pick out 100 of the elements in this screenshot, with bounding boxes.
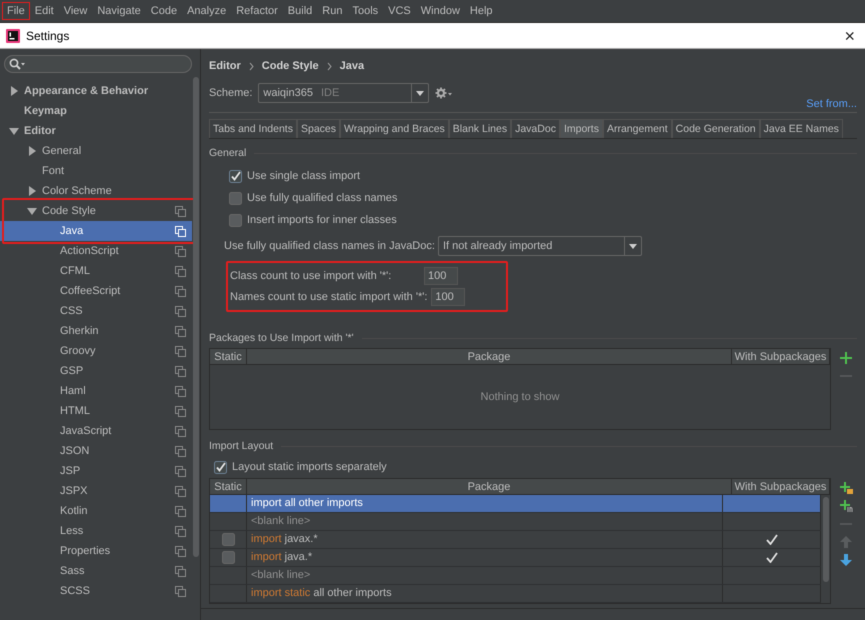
tab[interactable]: Tabs and Indents bbox=[209, 119, 297, 138]
tree-item[interactable]: General bbox=[0, 141, 192, 161]
section-title: Import Layout bbox=[209, 440, 274, 452]
tree-item[interactable]: Color Scheme bbox=[0, 181, 192, 201]
tab[interactable]: Code Generation bbox=[672, 119, 760, 138]
checkbox[interactable] bbox=[229, 214, 242, 226]
tree-item[interactable]: Editor bbox=[0, 121, 192, 141]
table-row[interactable]: import static all other imports bbox=[210, 585, 821, 603]
number-field[interactable]: 100 bbox=[431, 288, 466, 306]
caret-icon bbox=[416, 90, 424, 96]
tree-item[interactable]: Keymap bbox=[0, 101, 192, 121]
menu-item[interactable]: Help bbox=[464, 2, 498, 20]
column-header[interactable]: Static bbox=[210, 479, 247, 494]
scrollbar[interactable] bbox=[193, 77, 199, 557]
breadcrumb-item: Code Style bbox=[262, 60, 319, 72]
menu-item[interactable]: Analyze bbox=[182, 2, 232, 20]
arrow-down-icon[interactable] bbox=[840, 554, 852, 566]
tab[interactable]: JavaDoc bbox=[511, 119, 560, 138]
table-cell: import all other imports bbox=[247, 495, 723, 512]
tree-item[interactable]: JSP bbox=[0, 461, 192, 481]
number-field[interactable]: 100 bbox=[424, 266, 458, 284]
tree-item[interactable]: JSON bbox=[0, 441, 192, 461]
tab[interactable]: Spaces bbox=[296, 119, 340, 138]
table-cell: import javax.* bbox=[247, 531, 723, 548]
tree-item[interactable]: JSPX bbox=[0, 481, 192, 501]
section-title: General bbox=[209, 147, 246, 159]
table-row[interactable]: <blank line> bbox=[210, 513, 821, 531]
tab[interactable]: Java EE Names bbox=[760, 119, 843, 138]
triangle-down-icon[interactable] bbox=[27, 206, 37, 216]
checkbox[interactable] bbox=[222, 533, 234, 546]
tree-item[interactable]: CSS bbox=[0, 301, 192, 321]
scrollbar[interactable] bbox=[823, 497, 829, 582]
tab[interactable]: Wrapping and Braces bbox=[340, 119, 449, 138]
column-header[interactable]: With Subpackages bbox=[732, 479, 830, 494]
app-icon bbox=[6, 28, 20, 42]
column-header[interactable]: Static bbox=[210, 349, 247, 364]
menu-item[interactable]: Navigate bbox=[92, 2, 146, 20]
tree-item[interactable]: CFML bbox=[0, 261, 192, 281]
menu-item[interactable]: Refactor bbox=[231, 2, 283, 20]
checkmark-icon[interactable] bbox=[766, 534, 778, 545]
menu-item[interactable]: Edit bbox=[30, 2, 59, 20]
menu-item[interactable]: File bbox=[2, 2, 30, 20]
checkbox[interactable] bbox=[214, 460, 227, 474]
chevron-icon bbox=[248, 62, 254, 70]
checkbox-label: Use fully qualified class names bbox=[247, 192, 398, 204]
column-header[interactable]: Package bbox=[247, 349, 732, 364]
tree-item[interactable]: Kotlin bbox=[0, 501, 192, 521]
triangle-down-icon[interactable] bbox=[9, 126, 19, 136]
tree-item[interactable]: Sass bbox=[0, 561, 192, 581]
gear-icon[interactable] bbox=[435, 87, 452, 99]
plus-icon[interactable] bbox=[840, 352, 852, 364]
checkbox-label: Layout static imports separately bbox=[232, 461, 387, 473]
tree-item[interactable]: JavaScript bbox=[0, 421, 192, 441]
column-header[interactable]: Package bbox=[247, 479, 732, 494]
menu-item[interactable]: View bbox=[58, 2, 92, 20]
scheme-dropdown[interactable]: waiqin365 IDE bbox=[258, 83, 430, 103]
menu-item[interactable]: Code bbox=[146, 2, 182, 20]
menu-item[interactable]: VCS bbox=[383, 2, 416, 20]
section-title: Packages to Use Import with '*' bbox=[209, 332, 354, 344]
field-label: Class count to use import with '*': bbox=[230, 270, 392, 282]
tree-item[interactable]: CoffeeScript bbox=[0, 281, 192, 301]
tab[interactable]: Arrangement bbox=[602, 119, 672, 138]
menu-item[interactable]: Window bbox=[416, 2, 465, 20]
empty-message: Nothing to show bbox=[480, 391, 560, 403]
tree-item[interactable]: Haml bbox=[0, 381, 192, 401]
tree-item[interactable]: Java bbox=[0, 221, 192, 241]
table-row[interactable]: import java.* bbox=[210, 549, 821, 567]
triangle-right-icon[interactable] bbox=[28, 146, 36, 156]
set-from-link[interactable]: Set from... bbox=[806, 98, 857, 110]
javadoc-dropdown[interactable]: If not already imported bbox=[438, 236, 642, 256]
plus-icon[interactable] bbox=[840, 500, 852, 512]
column-header[interactable]: With Subpackages bbox=[732, 349, 830, 364]
tab[interactable]: Imports bbox=[560, 119, 603, 138]
triangle-right-icon[interactable] bbox=[28, 186, 36, 196]
tree-item[interactable]: SCSS bbox=[0, 581, 192, 601]
tree-item[interactable]: Properties bbox=[0, 541, 192, 561]
table-row[interactable]: <blank line> bbox=[210, 567, 821, 585]
menu-item[interactable]: Run bbox=[317, 2, 348, 20]
checkmark-icon[interactable] bbox=[766, 552, 778, 563]
tree-item[interactable]: Font bbox=[0, 161, 192, 181]
menu-item[interactable]: Build bbox=[282, 2, 318, 20]
triangle-right-icon[interactable] bbox=[10, 86, 18, 96]
tree-item[interactable]: Appearance & Behavior bbox=[0, 81, 192, 101]
checkbox[interactable] bbox=[229, 170, 242, 182]
plus-icon[interactable] bbox=[840, 482, 852, 494]
table-row[interactable]: import javax.* bbox=[210, 531, 821, 549]
menu-item[interactable]: Tools bbox=[347, 2, 384, 20]
tree-item[interactable]: Gherkin bbox=[0, 321, 192, 341]
tree-item[interactable]: Code Style bbox=[0, 201, 192, 221]
checkbox[interactable] bbox=[229, 192, 242, 204]
tree-item[interactable]: Less bbox=[0, 521, 192, 541]
checkbox[interactable] bbox=[222, 551, 234, 564]
search-field[interactable] bbox=[4, 55, 192, 73]
tree-item[interactable]: Groovy bbox=[0, 341, 192, 361]
table-row[interactable]: import all other imports bbox=[210, 495, 821, 513]
close-button[interactable]: × bbox=[840, 26, 859, 44]
tree-item[interactable]: HTML bbox=[0, 401, 192, 421]
tab[interactable]: Blank Lines bbox=[448, 119, 512, 138]
tree-item[interactable]: GSP bbox=[0, 361, 192, 381]
tree-item[interactable]: ActionScript bbox=[0, 241, 192, 261]
